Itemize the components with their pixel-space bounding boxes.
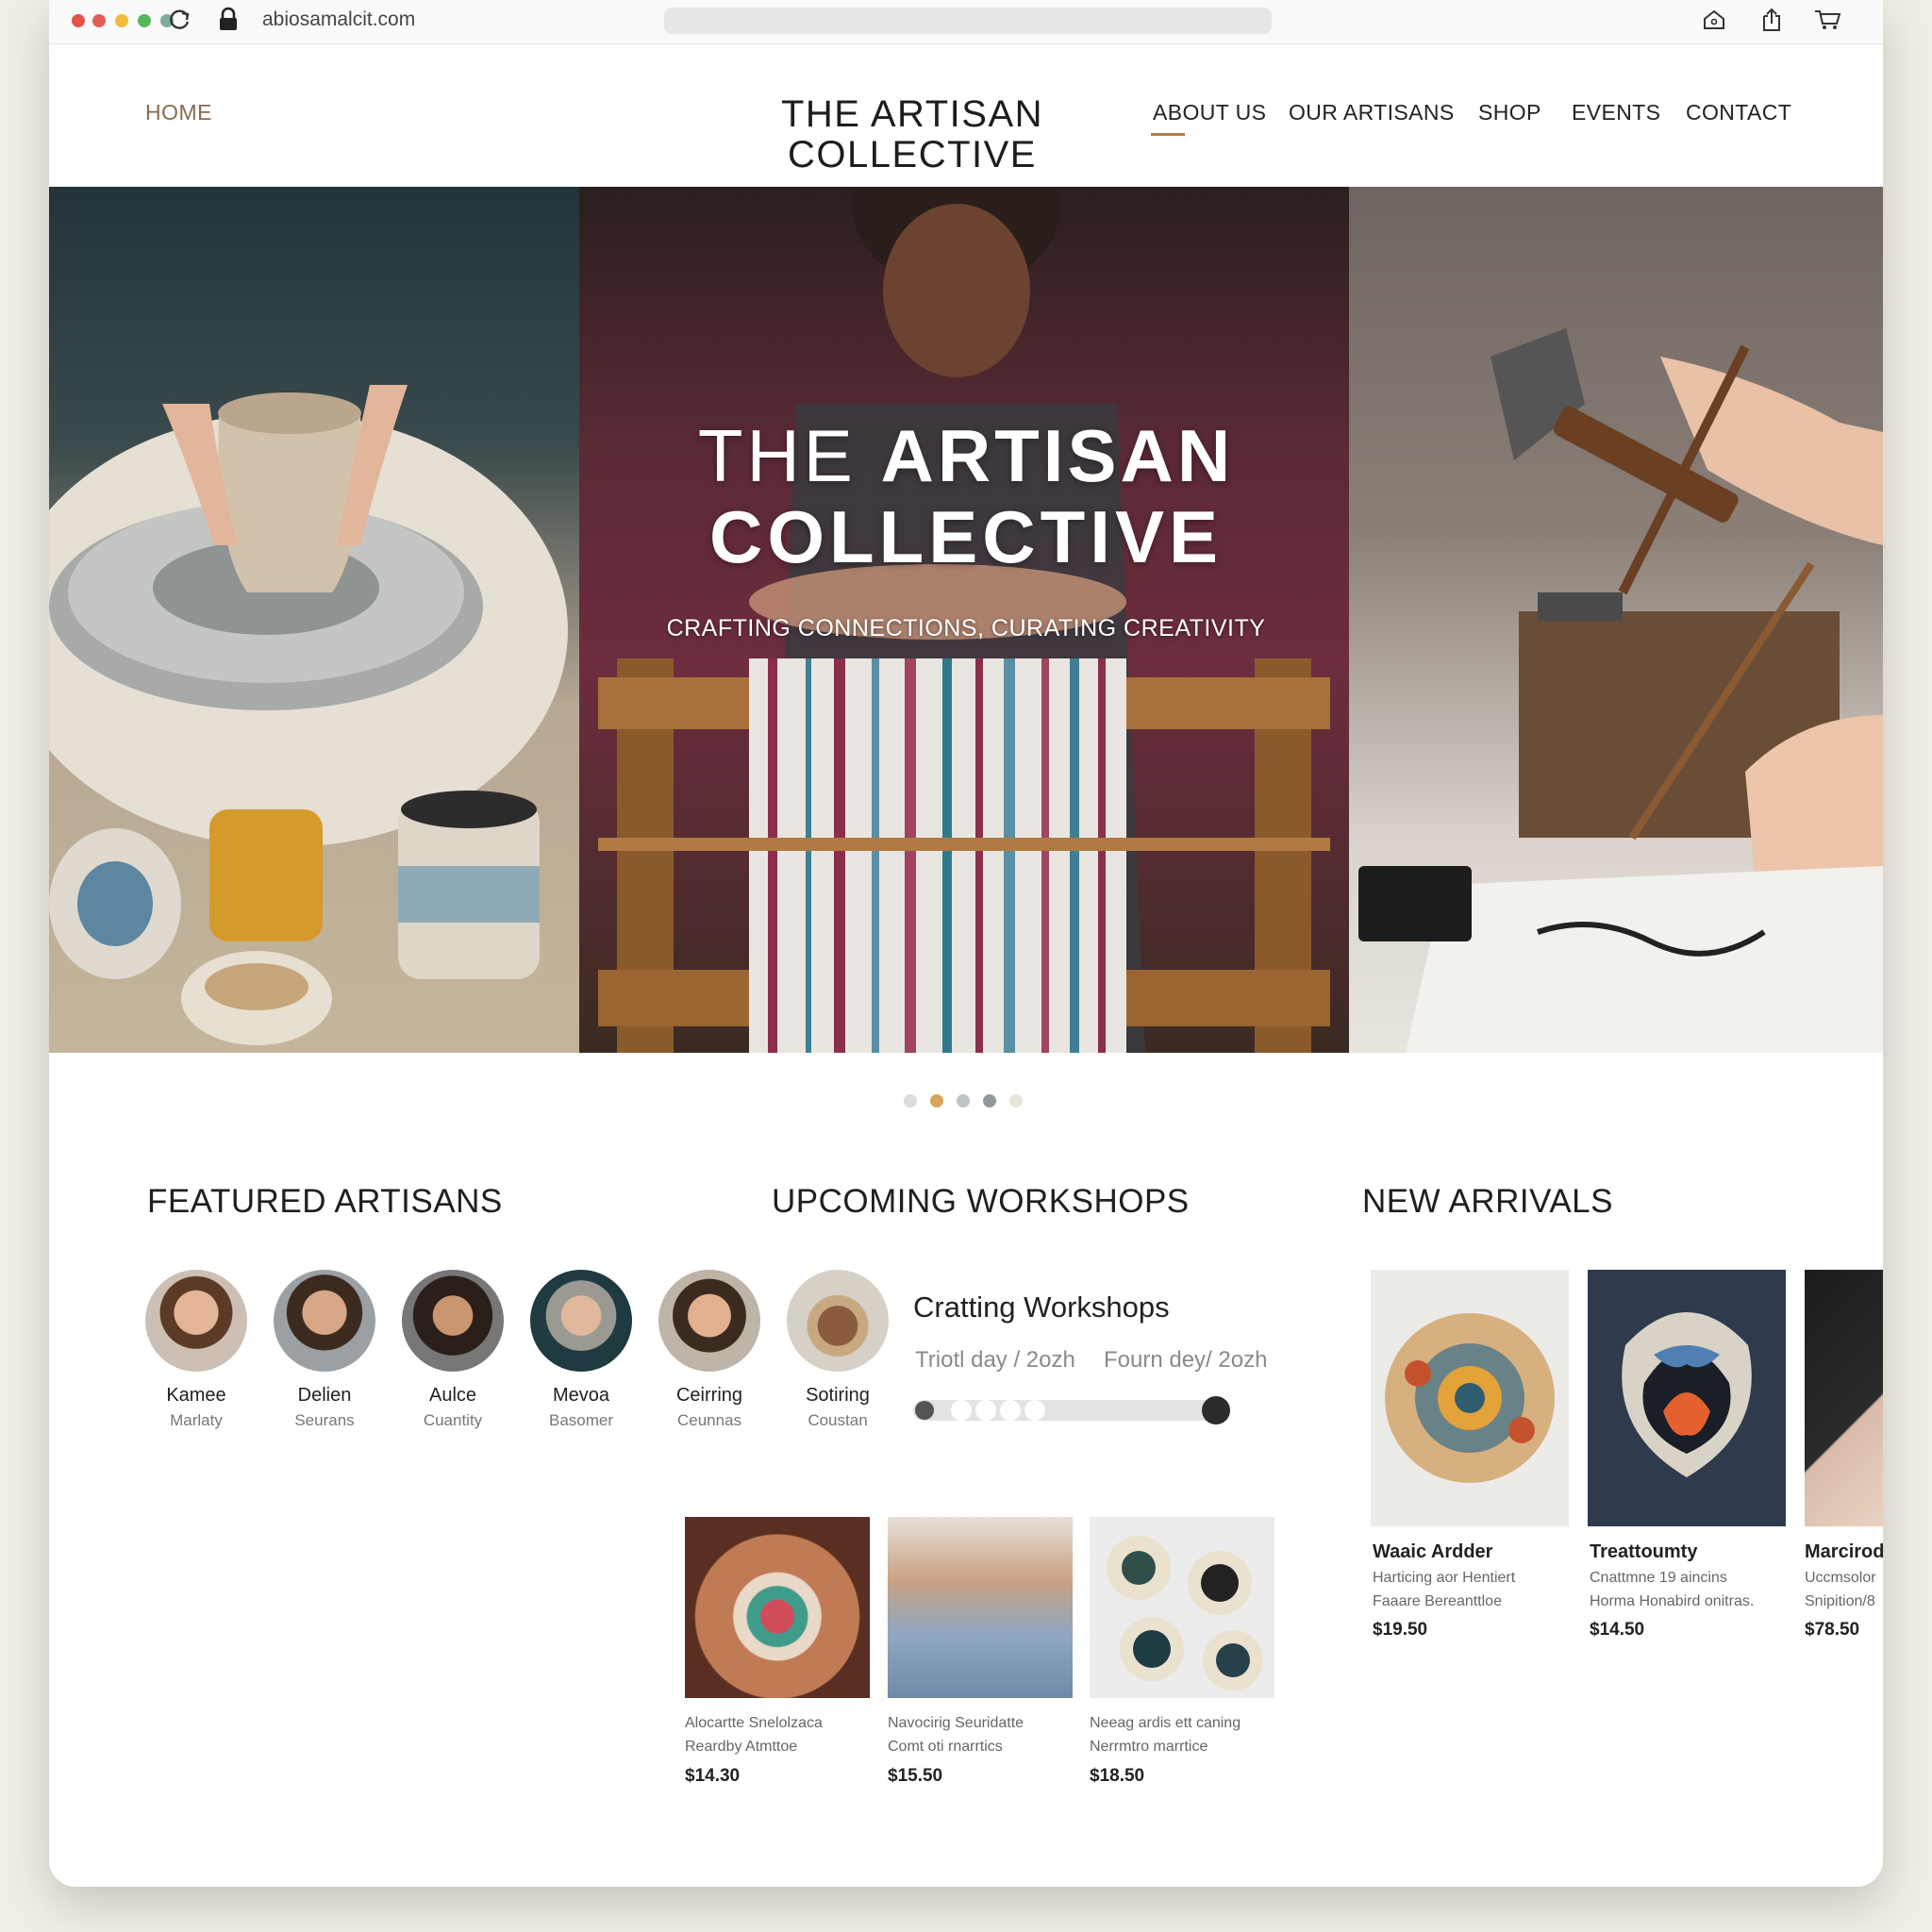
artisan-name-2[interactable]: Delien — [263, 1385, 386, 1407]
ceramic-plates-illustration — [1107, 1536, 1263, 1690]
product-desc-2a: Cnattmne 19 aincins — [1590, 1570, 1727, 1586]
product-image-3[interactable] — [1805, 1270, 1883, 1526]
product-name-1[interactable]: Waaic Ardder — [1373, 1541, 1492, 1563]
workshop-card-price-3: $18.50 — [1090, 1766, 1145, 1786]
slider-step-3[interactable] — [1000, 1400, 1021, 1421]
product-desc-2b: Horma Honabird onitras. — [1590, 1593, 1755, 1609]
carousel-dot-1[interactable] — [904, 1094, 917, 1108]
slider-step-1[interactable] — [951, 1400, 972, 1421]
workshop-card-desc-1b: Reardby Atmttoe — [685, 1739, 798, 1755]
workshop-date-2: Fourn dey/ 2ozh — [1104, 1347, 1268, 1373]
carousel-dot-3[interactable] — [957, 1094, 970, 1108]
product-name-2[interactable]: Treattoumty — [1590, 1541, 1697, 1563]
artisan-name-3[interactable]: Aulce — [391, 1385, 514, 1407]
cart-icon[interactable] — [1813, 8, 1841, 31]
workshop-card-desc-3a: Neeag ardis ett caning — [1090, 1715, 1241, 1731]
artisan-avatar-3[interactable] — [402, 1270, 504, 1372]
logo-line-2: COLLECTIVE — [788, 134, 1037, 175]
address-bar-url[interactable]: abiosamalcit.com — [262, 8, 415, 31]
nav-our-artisans[interactable]: OUR ARTISANS — [1289, 100, 1455, 125]
artisan-role-5: Ceunnas — [676, 1411, 742, 1429]
slider-step-2[interactable] — [975, 1400, 996, 1421]
artisan-avatar-5[interactable] — [658, 1270, 760, 1372]
lock-icon — [220, 7, 237, 30]
logo-line-1: THE ARTISAN — [780, 93, 1044, 135]
artisan-role-3: Cuantity — [423, 1411, 483, 1429]
product-desc-3a: Uccmsolor — [1805, 1570, 1876, 1586]
slider-end-handle[interactable] — [1202, 1396, 1230, 1424]
product-price-2: $14.50 — [1590, 1620, 1645, 1640]
close-window-dot-2[interactable] — [92, 14, 106, 27]
artisan-avatar-1[interactable] — [145, 1270, 247, 1372]
carousel-dot-5[interactable] — [1009, 1094, 1023, 1108]
artisan-avatar-4[interactable] — [530, 1270, 632, 1372]
workshop-card-price-2: $15.50 — [888, 1766, 943, 1786]
active-nav-underline — [1151, 133, 1185, 136]
carousel-dot-4[interactable] — [983, 1094, 996, 1108]
artisan-role-4: Basomer — [548, 1411, 614, 1429]
workshop-card-desc-3b: Nerrmtro marrtice — [1090, 1739, 1208, 1755]
workshop-date-slider[interactable] — [913, 1396, 1230, 1424]
nav-home-link[interactable]: HOME — [145, 100, 212, 125]
artisan-name-1[interactable]: Kamee — [135, 1385, 258, 1407]
artisan-role-2: Seurans — [294, 1411, 355, 1429]
hero-tagline: CRAFTING CONNECTIONS, CURATING CREATIVIT… — [666, 615, 1266, 641]
artisan-avatar-2[interactable] — [274, 1270, 375, 1372]
ceramic-pendant-illustration — [1622, 1312, 1752, 1477]
product-price-3: $78.50 — [1805, 1620, 1860, 1640]
workshop-card-image-3[interactable] — [1090, 1517, 1274, 1698]
hero-carousel[interactable]: THE ARTISAN COLLECTIVE CRAFTING CONNECTI… — [49, 187, 1883, 1053]
product-name-3[interactable]: Marcirod — [1805, 1541, 1883, 1563]
workshop-date-1: Triotl day / 2ozh — [915, 1347, 1075, 1373]
product-image-1[interactable] — [1371, 1270, 1569, 1526]
new-arrivals-title: NEW ARRIVALS — [1362, 1183, 1613, 1220]
site-logo[interactable]: THE ARTISAN COLLECTIVE — [775, 94, 1049, 175]
home-icon[interactable] — [1702, 8, 1726, 31]
workshop-card-image-2[interactable] — [888, 1517, 1073, 1698]
workshop-card-image-1[interactable] — [685, 1517, 870, 1698]
featured-artisans-title: FEATURED ARTISANS — [147, 1183, 503, 1220]
product-price-1: $19.50 — [1373, 1620, 1428, 1640]
share-icon[interactable] — [1760, 7, 1783, 33]
maximize-window-dot[interactable] — [138, 14, 151, 27]
browser-toolbar: abiosamalcit.com — [49, 0, 1883, 44]
artisan-name-6[interactable]: Sotiring — [776, 1385, 899, 1407]
nav-events[interactable]: EVENTS — [1572, 100, 1660, 125]
artisan-role-6: Coustan — [808, 1411, 868, 1429]
upcoming-workshops-title: UPCOMING WORKSHOPS — [772, 1183, 1190, 1220]
product-desc-1a: Harticing aor Hentiert — [1373, 1570, 1516, 1586]
workshop-card-price-1: $14.30 — [685, 1766, 741, 1786]
product-desc-3b: Snipition/8 — [1805, 1593, 1875, 1609]
workshop-card-desc-1a: Alocartte Snelolzaca — [685, 1715, 823, 1731]
reload-icon[interactable] — [168, 8, 192, 32]
mosaic-coaster-illustration — [1385, 1313, 1555, 1483]
minimize-window-dot[interactable] — [115, 14, 128, 27]
nav-contact[interactable]: CONTACT — [1686, 100, 1791, 125]
close-window-dot[interactable] — [72, 14, 85, 27]
artisan-role-1: Marlaty — [170, 1411, 223, 1429]
nav-shop[interactable]: SHOP — [1478, 100, 1541, 125]
carousel-dot-2[interactable] — [930, 1094, 943, 1108]
product-desc-1b: Faaare Bereanttloe — [1373, 1593, 1502, 1609]
slider-step-4[interactable] — [1024, 1400, 1045, 1421]
artisan-avatar-6[interactable] — [787, 1270, 889, 1372]
workshop-card-desc-2b: Comt oti rnarrtics — [888, 1739, 1003, 1755]
tab-strip[interactable] — [664, 8, 1272, 34]
workshop-card-desc-2a: Navocirig Seuridatte — [888, 1715, 1024, 1731]
slider-start-handle[interactable] — [915, 1401, 934, 1420]
workshop-title[interactable]: Cratting Workshops — [913, 1291, 1170, 1324]
artisan-name-4[interactable]: Mevoa — [520, 1385, 642, 1407]
product-image-2[interactable] — [1588, 1270, 1786, 1526]
artisan-name-5[interactable]: Ceirring — [648, 1385, 771, 1407]
browser-window: abiosamalcit.com HOME THE ARTISAN COLLEC… — [49, 0, 1883, 1887]
nav-about-us[interactable]: ABOUT US — [1153, 100, 1266, 125]
